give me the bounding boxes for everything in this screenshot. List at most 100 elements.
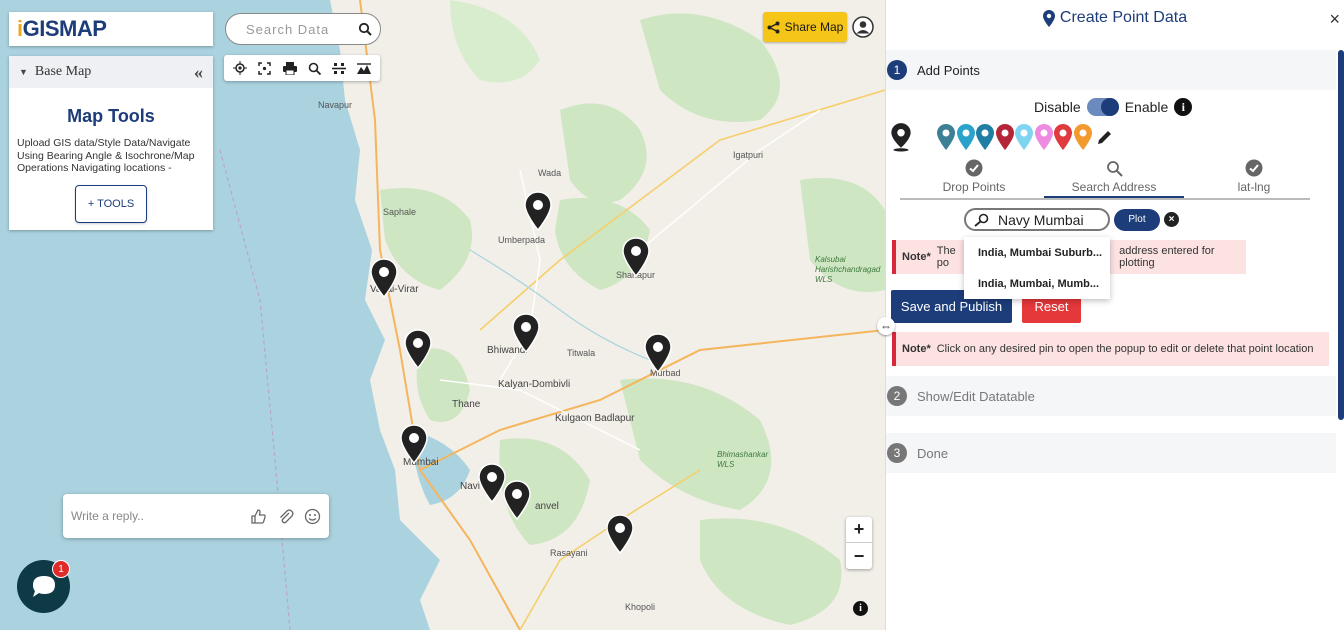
chat-reply-box[interactable]: Write a reply.. xyxy=(63,494,329,538)
print-icon[interactable] xyxy=(282,60,298,76)
note-label: Note* xyxy=(902,251,931,263)
zoom-search-icon[interactable] xyxy=(306,60,322,76)
panel-resize-handle[interactable]: ⇔ xyxy=(877,317,895,335)
map-pin-icon[interactable] xyxy=(400,424,428,464)
marker-color-swatch-icon[interactable] xyxy=(995,123,1015,151)
igismap-logo[interactable]: iGISMAP xyxy=(9,12,213,46)
place-label: Rasayani xyxy=(550,548,588,558)
step-number: 3 xyxy=(887,443,907,463)
mode-drop-points[interactable]: Drop Points xyxy=(904,158,1044,194)
reply-placeholder[interactable]: Write a reply.. xyxy=(71,509,248,523)
search-data-input[interactable] xyxy=(246,21,356,37)
address-search-row: Navy Mumbai Plot × xyxy=(964,208,1179,231)
marker-color-swatch-icon[interactable] xyxy=(956,123,976,151)
step-number: 1 xyxy=(887,60,907,80)
selected-marker-icon[interactable] xyxy=(890,122,912,152)
edit-pencil-icon[interactable] xyxy=(1096,128,1114,146)
step-label: Add Points xyxy=(917,62,980,78)
place-label: anvel xyxy=(535,501,559,512)
info-icon[interactable]: i xyxy=(1174,98,1193,116)
check-circle-icon xyxy=(1245,159,1263,177)
step-done[interactable]: 3 Done xyxy=(886,433,1336,473)
place-label: Umberpada xyxy=(498,235,546,245)
place-label: Navi xyxy=(460,481,481,492)
step-show-edit-datatable[interactable]: 2 Show/Edit Datatable xyxy=(886,376,1336,416)
suggestion-item[interactable]: India, Mumbai, Mumb... xyxy=(964,268,1110,299)
close-icon[interactable]: × xyxy=(1329,9,1340,30)
share-map-label: Share Map xyxy=(784,20,844,34)
layers-icon[interactable] xyxy=(356,60,372,76)
address-value: Navy Mumbai xyxy=(998,211,1084,228)
panel-header: Create Point Data × xyxy=(886,0,1344,36)
place-label: Kulgaon Badlapur xyxy=(555,413,635,424)
place-label: Navapur xyxy=(318,100,353,110)
place-label: Khopoli xyxy=(625,602,656,612)
step-label: Done xyxy=(917,445,949,461)
user-account-icon[interactable] xyxy=(852,16,874,38)
panel-scrollbar[interactable] xyxy=(1338,50,1344,420)
map-pin-icon[interactable] xyxy=(478,463,506,503)
map-pin-icon[interactable] xyxy=(370,258,398,298)
place-label: Igatpuri xyxy=(733,150,764,160)
enable-toggle-row: Disable Enable i xyxy=(1034,98,1193,116)
marker-color-swatch-icon[interactable] xyxy=(975,123,995,151)
note-text-end: address entered for plotting xyxy=(1119,245,1215,269)
map-pin-icon[interactable] xyxy=(644,333,672,373)
plot-button[interactable]: Plot xyxy=(1114,208,1160,231)
step-label: Show/Edit Datatable xyxy=(917,388,1035,404)
place-label: Thane xyxy=(452,399,481,410)
search-icon xyxy=(1106,160,1123,177)
map-pin-icon[interactable] xyxy=(524,191,552,231)
locate-icon[interactable] xyxy=(232,60,248,76)
base-map-label: Base Map xyxy=(34,64,92,79)
suggestion-item[interactable]: India, Mumbai Suburb... xyxy=(964,237,1110,268)
place-label: Bhimashankar WLS xyxy=(717,450,769,469)
tools-button[interactable]: + TOOLS xyxy=(75,185,147,223)
search-data-box[interactable] xyxy=(225,13,381,45)
map-pin-icon[interactable] xyxy=(606,514,634,554)
mode-lat-lng[interactable]: lat-lng xyxy=(1184,158,1324,194)
enable-label: Enable xyxy=(1124,99,1169,115)
map-pin-icon[interactable] xyxy=(622,237,650,277)
emoji-icon[interactable] xyxy=(302,506,322,526)
collapse-panel-icon[interactable]: « xyxy=(194,62,203,83)
address-input[interactable]: Navy Mumbai xyxy=(964,208,1110,231)
marker-color-swatch-icon[interactable] xyxy=(1014,123,1034,151)
panel-title: Create Point Data xyxy=(1059,9,1188,26)
place-label: Titwala xyxy=(567,348,596,358)
map-tools-panel: ▼ Base Map « Map Tools Upload GIS data/S… xyxy=(9,56,213,230)
map-toolbar xyxy=(224,55,380,81)
thumbs-up-icon[interactable] xyxy=(248,506,268,526)
map-attribution-info-icon[interactable]: i xyxy=(853,601,868,616)
chat-bubble-icon xyxy=(32,575,55,597)
place-label: Kalsubai Harishchandragad WLS xyxy=(815,255,881,284)
marker-color-swatch-icon[interactable] xyxy=(1034,123,1054,151)
logo-rest: GISMAP xyxy=(22,16,107,41)
base-map-header[interactable]: ▼ Base Map « xyxy=(9,56,213,88)
search-icon[interactable] xyxy=(358,22,372,36)
zoom-in-button[interactable]: + xyxy=(846,517,872,543)
location-pin-icon xyxy=(1042,9,1055,27)
share-icon xyxy=(767,21,780,33)
disable-label: Disable xyxy=(1034,99,1081,115)
place-label: Kalyan-Dombivli xyxy=(498,379,571,390)
caret-down-icon: ▼ xyxy=(19,67,28,77)
clear-address-icon[interactable]: × xyxy=(1164,212,1179,227)
place-label: Saphale xyxy=(383,207,417,217)
marker-color-swatch-icon[interactable] xyxy=(1053,123,1073,151)
marker-color-swatch-icon[interactable] xyxy=(936,123,956,151)
enable-toggle[interactable] xyxy=(1086,98,1119,116)
mode-search-address[interactable]: Search Address xyxy=(1044,158,1184,198)
fullscreen-icon[interactable] xyxy=(257,60,273,76)
map-pin-icon[interactable] xyxy=(503,480,531,520)
zoom-control: + − xyxy=(846,517,872,569)
attachment-icon[interactable] xyxy=(275,506,295,526)
note-text: Click on any desired pin to open the pop… xyxy=(936,343,1314,355)
map-pin-icon[interactable] xyxy=(404,329,432,369)
marker-color-swatch-icon[interactable] xyxy=(1073,123,1093,151)
measure-icon[interactable] xyxy=(331,60,347,76)
zoom-out-button[interactable]: − xyxy=(846,543,872,569)
share-map-button[interactable]: Share Map xyxy=(763,12,847,42)
map-pin-icon[interactable] xyxy=(512,313,540,353)
step-add-points[interactable]: 1 Add Points xyxy=(886,50,1336,90)
